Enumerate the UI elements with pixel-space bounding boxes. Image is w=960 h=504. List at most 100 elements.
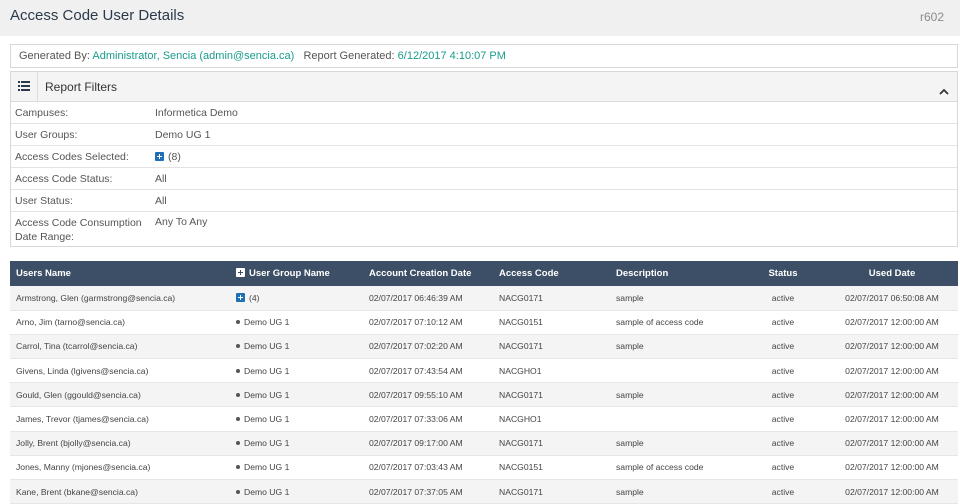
cell-creation-date: 02/07/2017 07:33:06 AM xyxy=(363,406,493,432)
filter-value: All xyxy=(155,173,167,185)
plus-square-icon[interactable] xyxy=(236,268,245,277)
cell-user-group-text: Demo UG 1 xyxy=(244,414,290,425)
cell-access-code: NACG0171 xyxy=(493,286,610,311)
cell-creation-date: 02/07/2017 07:10:12 AM xyxy=(363,310,493,335)
cell-user-name: James, Trevor (tjames@sencia.ca) xyxy=(10,406,230,432)
cell-user-group-text: (4) xyxy=(249,292,260,303)
col-account-creation-date[interactable]: Account Creation Date xyxy=(363,261,493,286)
cell-user-name: Kane, Brent (bkane@sencia.ca) xyxy=(10,479,230,504)
chevron-up-icon[interactable] xyxy=(939,82,949,100)
col-access-code[interactable]: Access Code xyxy=(493,261,610,286)
table-row: Kane, Brent (bkane@sencia.ca) Demo UG 1 … xyxy=(10,479,958,504)
cell-user-name: Gould, Glen (ggould@sencia.ca) xyxy=(10,382,230,408)
report-generated-value: 6/12/2017 4:10:07 PM xyxy=(397,50,506,62)
table-row: Jones, Manny (mjones@sencia.ca) Demo UG … xyxy=(10,455,958,481)
cell-used-date: 02/07/2017 12:00:00 AM xyxy=(826,431,958,456)
cell-user-name: Carrol, Tina (tcarrol@sencia.ca) xyxy=(10,334,230,360)
filter-value: (8) xyxy=(168,151,181,163)
cell-status: active xyxy=(740,358,826,384)
col-used-date[interactable]: Used Date xyxy=(826,261,958,286)
report-filters-panel: Report Filters Campuses: Informetica Dem… xyxy=(10,71,958,247)
filter-label: Access Code Consumption Date Range: xyxy=(15,217,142,243)
filter-row-access-code-status: Access Code Status: All xyxy=(11,168,957,190)
bullet-icon xyxy=(236,368,240,373)
users-table: Users Name User Group Name Account Creat… xyxy=(10,261,958,504)
table-header-row: Users Name User Group Name Account Creat… xyxy=(10,261,958,286)
filter-label: User Groups: xyxy=(15,129,78,141)
col-status[interactable]: Status xyxy=(740,261,826,286)
cell-user-name: Jones, Manny (mjones@sencia.ca) xyxy=(10,455,230,481)
access-codes-expand[interactable]: (8) xyxy=(155,151,181,163)
filter-row-date-range: Access Code Consumption Date Range: Any … xyxy=(11,212,957,246)
table-row: Givens, Linda (lgivens@sencia.ca) Demo U… xyxy=(10,358,958,384)
cell-user-group: Demo UG 1 xyxy=(230,455,363,481)
page-title: Access Code User Details xyxy=(10,7,185,24)
filter-value: Demo UG 1 xyxy=(155,129,211,141)
cell-description: sample xyxy=(610,286,740,311)
filter-value: Informetica Demo xyxy=(155,107,238,119)
table-row: James, Trevor (tjames@sencia.ca) Demo UG… xyxy=(10,406,958,432)
cell-access-code: NACG0151 xyxy=(493,310,610,335)
cell-status: active xyxy=(740,479,826,504)
cell-user-group-text: Demo UG 1 xyxy=(244,486,290,497)
cell-description: sample xyxy=(610,431,740,456)
cell-user-group-text: Demo UG 1 xyxy=(244,389,290,400)
cell-user-name: Arno, Jim (tarno@sencia.ca) xyxy=(10,310,230,335)
filter-row-campuses: Campuses: Informetica Demo xyxy=(11,102,957,124)
cell-used-date: 02/07/2017 12:00:00 AM xyxy=(826,310,958,335)
generated-info-bar: Generated By: Administrator, Sencia (adm… xyxy=(10,44,958,68)
table-row: Jolly, Brent (bjolly@sencia.ca) Demo UG … xyxy=(10,431,958,456)
cell-used-date: 02/07/2017 12:00:00 AM xyxy=(826,358,958,384)
cell-user-group[interactable]: (4) xyxy=(230,286,363,311)
cell-description: sample of access code xyxy=(610,310,740,335)
cell-access-code: NACG0151 xyxy=(493,455,610,481)
generated-by-value: Administrator, Sencia (admin@sencia.ca) xyxy=(92,50,295,62)
report-filters-header[interactable]: Report Filters xyxy=(11,72,957,102)
cell-user-group: Demo UG 1 xyxy=(230,479,363,504)
cell-status: active xyxy=(740,334,826,360)
col-description[interactable]: Description xyxy=(610,261,740,286)
cell-description: sample xyxy=(610,382,740,408)
list-icon xyxy=(11,72,38,101)
cell-user-group: Demo UG 1 xyxy=(230,334,363,360)
cell-user-group: Demo UG 1 xyxy=(230,431,363,456)
report-code: r602 xyxy=(919,10,944,24)
report-filters-title: Report Filters xyxy=(45,80,118,94)
cell-creation-date: 02/07/2017 07:03:43 AM xyxy=(363,455,493,481)
cell-access-code: NACG0171 xyxy=(493,382,610,408)
cell-creation-date: 02/07/2017 06:46:39 AM xyxy=(363,286,493,311)
cell-used-date: 02/07/2017 12:00:00 AM xyxy=(826,455,958,481)
generated-by-label: Generated By: xyxy=(19,50,90,62)
cell-creation-date: 02/07/2017 07:37:05 AM xyxy=(363,479,493,504)
col-user-group-name[interactable]: User Group Name xyxy=(230,261,363,286)
bullet-icon xyxy=(236,392,240,397)
plus-square-icon[interactable] xyxy=(155,152,164,161)
plus-square-icon[interactable] xyxy=(236,292,245,302)
report-generated-label: Report Generated: xyxy=(303,50,395,62)
bullet-icon xyxy=(236,489,240,494)
cell-access-code: NACG0171 xyxy=(493,431,610,456)
table-row: Armstrong, Glen (garmstrong@sencia.ca) (… xyxy=(10,286,958,311)
cell-description xyxy=(610,358,740,384)
col-user-group-label: User Group Name xyxy=(249,268,330,279)
cell-creation-date: 02/07/2017 09:17:00 AM xyxy=(363,431,493,456)
table-row: Carrol, Tina (tcarrol@sencia.ca) Demo UG… xyxy=(10,334,958,360)
filter-row-user-groups: User Groups: Demo UG 1 xyxy=(11,124,957,146)
cell-creation-date: 02/07/2017 07:43:54 AM xyxy=(363,358,493,384)
filter-label: Access Codes Selected: xyxy=(15,151,129,163)
cell-user-group: Demo UG 1 xyxy=(230,358,363,384)
cell-used-date: 02/07/2017 12:00:00 AM xyxy=(826,479,958,504)
cell-creation-date: 02/07/2017 09:55:10 AM xyxy=(363,382,493,408)
filter-row-access-codes: Access Codes Selected: (8) xyxy=(11,146,957,168)
cell-access-code: NACGHO1 xyxy=(493,358,610,384)
cell-status: active xyxy=(740,431,826,456)
filter-value: Any To Any xyxy=(155,216,208,228)
cell-used-date: 02/07/2017 06:50:08 AM xyxy=(826,286,958,311)
cell-user-group-text: Demo UG 1 xyxy=(244,462,290,473)
cell-description: sample xyxy=(610,334,740,360)
cell-user-group: Demo UG 1 xyxy=(230,406,363,432)
cell-used-date: 02/07/2017 12:00:00 AM xyxy=(826,334,958,360)
bullet-icon xyxy=(236,344,240,349)
bullet-icon xyxy=(236,417,240,422)
col-users-name[interactable]: Users Name xyxy=(10,261,230,286)
